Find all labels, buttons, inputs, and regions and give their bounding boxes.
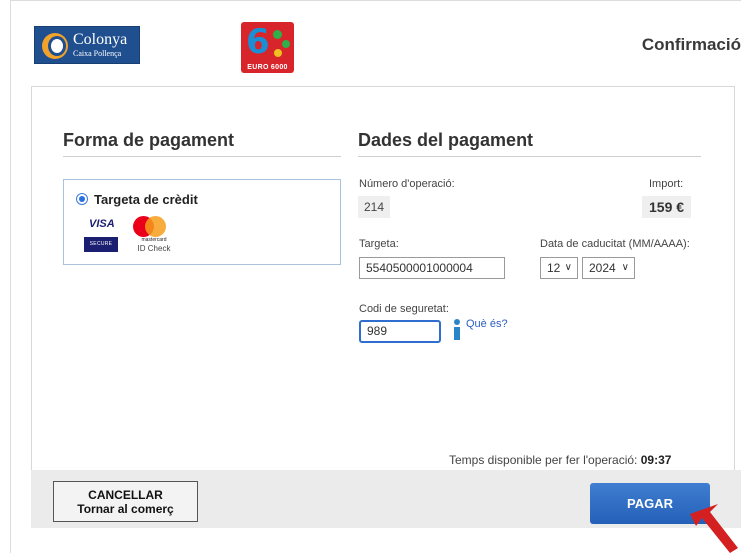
mastercard-id-check-text: ID Check <box>137 244 171 253</box>
colonya-logo-icon-center <box>51 39 63 53</box>
mastercard-circle-yellow <box>145 216 166 237</box>
visa-secure-logo: VISA SECURE <box>84 218 118 253</box>
expiry-year-value: 2024 <box>589 261 616 275</box>
euro6000-dot <box>274 49 282 57</box>
credit-card-option[interactable]: Targeta de crèdit VISA SECURE mastercard… <box>63 179 341 265</box>
credit-card-radio[interactable] <box>76 193 88 205</box>
credit-card-option-label[interactable]: Targeta de crèdit <box>94 192 198 207</box>
info-icon[interactable] <box>450 319 462 341</box>
amount-value: 159 € <box>642 196 692 218</box>
time-remaining-value: 09:37 <box>640 453 672 467</box>
pointer-arrow-icon <box>690 504 738 553</box>
euro6000-logo: 6 EURO 6000 <box>241 22 294 73</box>
chevron-down-icon: ∨ <box>564 262 572 273</box>
card-number-label: Targeta: <box>359 238 399 250</box>
euro6000-dot <box>282 40 290 48</box>
page-title: Confirmació <box>641 35 741 54</box>
colonya-logo-subtitle: Caixa Pollença <box>73 49 122 58</box>
expiry-month-value: 12 <box>547 261 561 275</box>
colonya-logo: Colonya Caixa Pollença <box>34 26 140 64</box>
cancel-button-sublabel: Tornar al comerç <box>77 502 174 516</box>
visa-logo-text: VISA <box>89 218 115 230</box>
mastercard-id-check-logo: mastercard ID Check <box>130 216 178 256</box>
security-code-help-link[interactable]: Què és? <box>466 318 508 330</box>
cancel-button[interactable]: CANCELLAR Tornar al comerç <box>53 481 198 522</box>
amount-label: Import: <box>649 178 684 190</box>
payment-details-title: Dades del pagament <box>358 130 534 150</box>
expiry-date-label: Data de caducitat (MM/AAAA): <box>540 238 690 250</box>
card-number-field[interactable]: 5540500001000004 <box>359 257 505 279</box>
security-code-field[interactable]: 989 <box>359 320 441 343</box>
chevron-down-icon: ∨ <box>621 262 629 273</box>
cancel-button-label: CANCELLAR <box>88 488 163 502</box>
euro6000-logo-text: EURO 6000 <box>247 64 288 71</box>
euro6000-dot <box>273 30 282 39</box>
mastercard-logo-text: mastercard <box>141 237 167 243</box>
time-remaining-label: Temps disponible per fer l'operació: <box>449 453 638 467</box>
info-icon-bar <box>454 327 460 340</box>
payment-method-divider <box>63 156 341 157</box>
expiry-month-select[interactable]: 12 ∨ <box>540 257 578 279</box>
info-icon-dot <box>454 319 460 325</box>
operation-number-value: 214 <box>358 196 391 218</box>
time-remaining: Temps disponible per fer l'operació: 09:… <box>449 453 671 467</box>
security-code-label: Codi de seguretat: <box>359 303 449 315</box>
visa-secure-badge: SECURE <box>84 237 118 252</box>
operation-number-label: Número d'operació: <box>359 178 455 190</box>
payment-method-title: Forma de pagament <box>63 130 235 150</box>
colonya-logo-name: Colonya <box>73 31 128 48</box>
expiry-year-select[interactable]: 2024 ∨ <box>582 257 635 279</box>
payment-details-divider <box>358 156 701 157</box>
euro6000-six-glyph: 6 <box>246 22 270 62</box>
